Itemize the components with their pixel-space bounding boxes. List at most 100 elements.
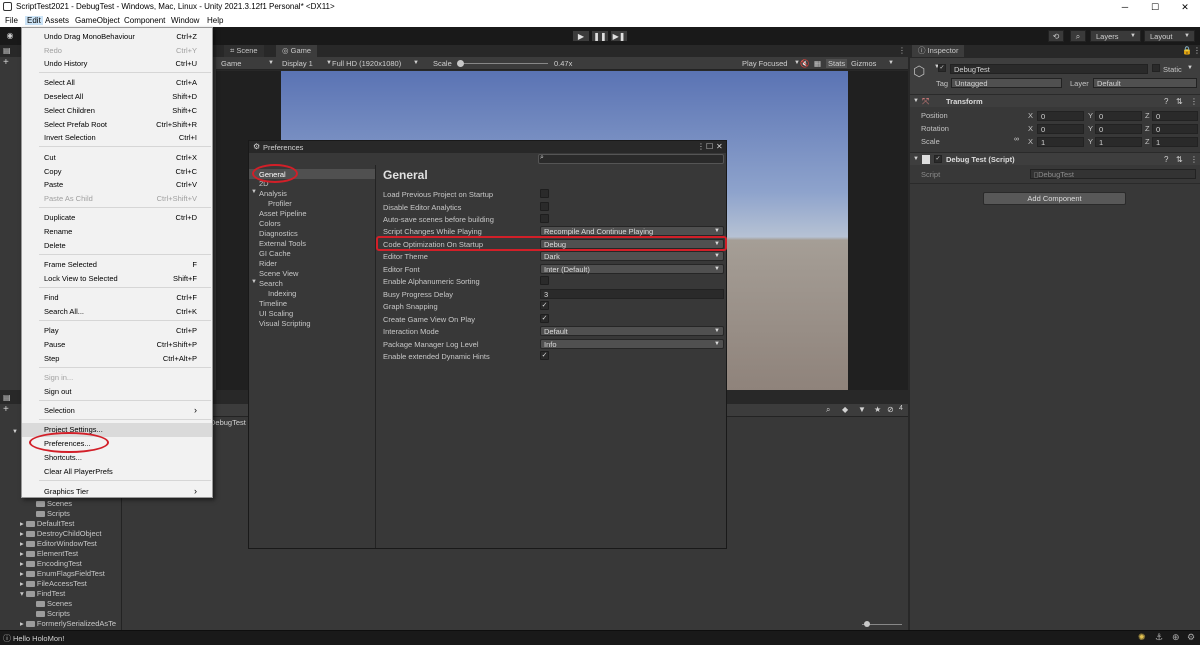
menu-item-duplicate[interactable]: Duplicate — [44, 213, 75, 222]
chevron-down-icon[interactable]: ▼ — [251, 279, 257, 285]
menu-item-sign-out[interactable]: Sign out — [44, 387, 72, 396]
menu-item-undo-history[interactable]: Undo History — [44, 59, 87, 68]
more-menu-icon[interactable]: ⋮ — [1193, 46, 1200, 55]
menu-component[interactable]: Component — [124, 16, 165, 25]
expand-arrow-icon[interactable]: ▼ — [12, 429, 18, 435]
menu-edit[interactable]: Edit — [25, 16, 43, 25]
create-game-view-checkbox[interactable]: ✓ — [540, 314, 549, 323]
tree-item[interactable]: ▾ FindTest — [20, 589, 65, 598]
menu-item-cut[interactable]: Cut — [44, 153, 56, 162]
interaction-mode-dropdown[interactable]: Default ▼ — [540, 326, 724, 336]
menu-item-select-children[interactable]: Select Children — [44, 106, 95, 115]
menu-item-delete[interactable]: Delete — [44, 241, 66, 250]
menu-item-shortcuts[interactable]: Shortcuts... — [44, 453, 82, 462]
add-icon[interactable]: + — [3, 404, 9, 415]
menu-help[interactable]: Help — [207, 16, 223, 25]
enabled-checkbox[interactable]: ✓ — [934, 155, 942, 163]
menu-item-select-prefab-root[interactable]: Select Prefab Root — [44, 120, 107, 129]
tree-item[interactable]: Scenes — [36, 599, 72, 608]
scale-slider-handle[interactable] — [457, 60, 464, 67]
script-component-header[interactable]: ▼ ✓ Debug Test (Script) ? ⇅ ⋮ — [910, 152, 1200, 165]
undo-history-icon[interactable]: ⟲ — [1048, 30, 1064, 42]
object-name-field[interactable]: DebugTest — [950, 64, 1148, 74]
sidebar-item-rider[interactable]: Rider — [259, 259, 277, 268]
help-icon[interactable]: ? — [1164, 155, 1168, 164]
position-y-field[interactable]: 0 — [1095, 111, 1142, 121]
transform-header[interactable]: ▼ ⤧ Transform ? ⇅ ⋮ — [910, 94, 1200, 107]
sidebar-item-colors[interactable]: Colors — [259, 219, 281, 228]
menu-item-lock-view[interactable]: Lock View to Selected — [44, 274, 118, 283]
menu-window[interactable]: Window — [171, 16, 199, 25]
editor-theme-dropdown[interactable]: Dark ▼ — [540, 251, 724, 261]
debug-mode-icon[interactable]: ⚙ — [1187, 632, 1195, 643]
tree-item[interactable]: Scripts — [36, 509, 70, 518]
tab-scene[interactable]: ⌗ Scene — [224, 45, 264, 57]
menu-item-invert-selection[interactable]: Invert Selection — [44, 133, 96, 142]
play-focused-dropdown[interactable]: Play Focused — [742, 59, 787, 68]
tag-dropdown[interactable]: Untagged — [951, 78, 1062, 88]
menu-item-select-all[interactable]: Select All — [44, 78, 75, 87]
preferences-search-input[interactable]: ⌕ — [538, 154, 724, 164]
editor-font-dropdown[interactable]: Inter (Default) ▼ — [540, 264, 724, 274]
tree-item[interactable]: ▸ EncodingTest — [20, 559, 82, 568]
preset-icon[interactable]: ⇅ — [1176, 97, 1183, 106]
menu-file[interactable]: File — [5, 16, 18, 25]
sidebar-item-indexing[interactable]: Indexing — [268, 289, 296, 298]
menu-item-deselect-all[interactable]: Deselect All — [44, 92, 83, 101]
favorite-star-icon[interactable]: ★ — [874, 405, 881, 414]
alphanumeric-sorting-checkbox[interactable] — [540, 276, 549, 285]
tree-item[interactable]: Scenes — [36, 499, 72, 508]
tree-item[interactable]: ▸ FormerlySerializedAsTe — [20, 619, 116, 628]
add-icon[interactable]: + — [3, 57, 9, 68]
gizmos-dropdown[interactable]: Gizmos — [851, 59, 876, 68]
grid-icon[interactable]: ▦ — [814, 59, 821, 68]
mute-audio-icon[interactable]: 🔇 — [800, 59, 809, 68]
link-icon[interactable]: ∞ — [1014, 136, 1019, 143]
icon-size-slider-handle[interactable] — [864, 621, 870, 627]
sidebar-item-scene-view[interactable]: Scene View — [259, 269, 298, 278]
stats-button[interactable]: Stats — [826, 59, 848, 68]
menu-item-copy[interactable]: Copy — [44, 167, 62, 176]
auto-save-checkbox[interactable] — [540, 214, 549, 223]
tree-item[interactable]: ▸ ElementTest — [20, 549, 78, 558]
tab-game[interactable]: ◎ Game — [276, 45, 318, 57]
more-menu-icon[interactable]: ⋮ — [1190, 97, 1198, 106]
menu-item-pause[interactable]: Pause — [44, 340, 65, 349]
game-mode-dropdown[interactable]: Game — [221, 59, 241, 68]
sidebar-item-gi-cache[interactable]: GI Cache — [259, 249, 291, 258]
more-menu-icon[interactable]: ⋮ — [697, 142, 705, 151]
tree-item[interactable]: ▸ EnumFlagsFieldTest — [20, 569, 105, 578]
script-changes-dropdown[interactable]: Recompile And Continue Playing ▼ — [540, 226, 724, 236]
sidebar-item-external-tools[interactable]: External Tools — [259, 239, 306, 248]
menu-item-search-all[interactable]: Search All... — [44, 307, 84, 316]
scale-slider-track[interactable] — [458, 63, 548, 64]
graph-snapping-checkbox[interactable]: ✓ — [540, 301, 549, 310]
filter-icon[interactable]: ▼ — [858, 405, 866, 414]
menu-item-rename[interactable]: Rename — [44, 227, 72, 236]
scale-z-field[interactable]: 1 — [1152, 137, 1198, 147]
network-icon[interactable]: ⊕ — [1172, 632, 1180, 643]
sidebar-item-search[interactable]: Search — [259, 279, 283, 288]
menu-item-undo[interactable]: Undo Drag MonoBehaviour — [44, 32, 135, 41]
step-button[interactable]: ▶❚ — [610, 30, 628, 42]
cache-icon[interactable]: ⚓ — [1155, 632, 1163, 643]
tree-item[interactable]: Scripts — [36, 609, 70, 618]
menu-item-clear-playerprefs[interactable]: Clear All PlayerPrefs — [44, 467, 113, 476]
scale-y-field[interactable]: 1 — [1095, 137, 1142, 147]
layers-dropdown[interactable]: Layers ▼ — [1090, 30, 1141, 42]
search-by-type-icon[interactable]: ⌕ — [826, 405, 830, 415]
lighting-icon[interactable]: ✺ — [1138, 632, 1146, 643]
layout-dropdown[interactable]: Layout ▼ — [1144, 30, 1195, 42]
menu-item-play[interactable]: Play — [44, 326, 59, 335]
load-previous-project-checkbox[interactable] — [540, 189, 549, 198]
chevron-down-icon[interactable]: ▼ — [251, 189, 257, 195]
sidebar-item-profiler[interactable]: Profiler — [268, 199, 292, 208]
menu-assets[interactable]: Assets — [45, 16, 69, 25]
sidebar-item-asset-pipeline[interactable]: Asset Pipeline — [259, 209, 307, 218]
sidebar-item-timeline[interactable]: Timeline — [259, 299, 287, 308]
rotation-z-field[interactable]: 0 — [1152, 124, 1198, 134]
more-menu-icon[interactable]: ⋮ — [898, 46, 906, 55]
lock-icon[interactable]: 🔒 — [1182, 46, 1192, 55]
sidebar-item-diagnostics[interactable]: Diagnostics — [259, 229, 298, 238]
play-button[interactable]: ▶ — [572, 30, 590, 42]
